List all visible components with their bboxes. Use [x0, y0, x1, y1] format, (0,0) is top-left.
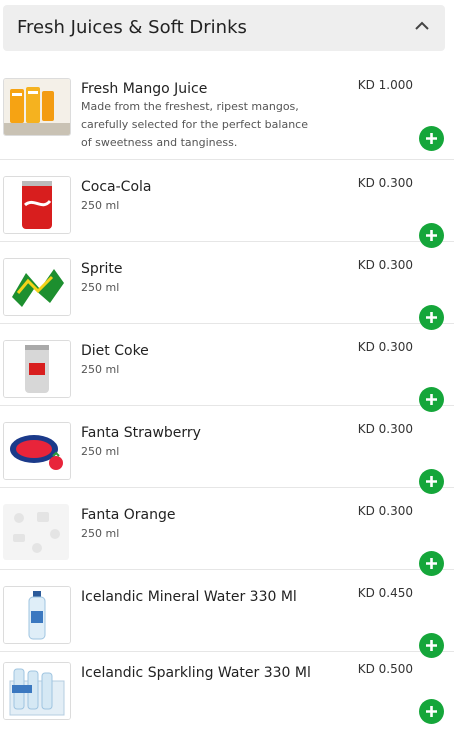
- menu-item[interactable]: Icelandic Mineral Water 330 Ml KD 0.450: [0, 570, 454, 658]
- item-name: Diet Coke: [81, 343, 149, 359]
- item-size: 250 ml: [81, 281, 120, 294]
- item-description: Made from the freshest, ripest mangos, c…: [81, 100, 308, 149]
- add-to-cart-button[interactable]: [419, 699, 444, 724]
- menu-item-list: Fresh Mango Juice Made from the freshest…: [0, 62, 454, 733]
- plus-icon: [426, 133, 437, 144]
- item-size: 250 ml: [81, 445, 120, 458]
- menu-item[interactable]: Coca-Cola 250 ml KD 0.300: [0, 160, 454, 248]
- item-name: Fanta Orange: [81, 507, 176, 523]
- item-name: Fresh Mango Juice: [81, 81, 208, 97]
- water-bottle-image: [3, 586, 71, 644]
- plus-icon: [426, 706, 437, 717]
- section-header[interactable]: Fresh Juices & Soft Drinks: [3, 5, 445, 51]
- item-name: Sprite: [81, 261, 123, 277]
- chevron-up-icon[interactable]: [413, 17, 431, 35]
- add-to-cart-button[interactable]: [419, 126, 444, 151]
- menu-item[interactable]: Diet Coke 250 ml KD 0.300: [0, 324, 454, 412]
- item-size: 250 ml: [81, 527, 120, 540]
- item-price: KD 0.450: [357, 586, 413, 600]
- fanta-strawberry-logo-image: [3, 422, 71, 480]
- item-price: KD 0.300: [357, 422, 413, 436]
- plus-icon: [426, 230, 437, 241]
- plus-icon: [426, 312, 437, 323]
- placeholder-food-image: [3, 504, 69, 560]
- water-pack-image: [3, 662, 71, 720]
- item-price: KD 1.000: [357, 78, 413, 92]
- mango-juice-image: [3, 78, 71, 136]
- item-price: KD 0.300: [357, 258, 413, 272]
- item-price: KD 0.300: [357, 504, 413, 518]
- plus-icon: [426, 558, 437, 569]
- item-price: KD 0.500: [357, 662, 413, 676]
- item-size: 250 ml: [81, 363, 120, 376]
- plus-icon: [426, 394, 437, 405]
- plus-icon: [426, 640, 437, 651]
- item-name: Coca-Cola: [81, 179, 152, 195]
- menu-item[interactable]: Fanta Orange 250 ml KD 0.300: [0, 488, 454, 576]
- item-name: Icelandic Mineral Water 330 Ml: [81, 589, 297, 605]
- item-size: 250 ml: [81, 199, 120, 212]
- menu-item[interactable]: Fanta Strawberry 250 ml KD 0.300: [0, 406, 454, 494]
- menu-item[interactable]: Fresh Mango Juice Made from the freshest…: [0, 62, 454, 160]
- diet-coke-can-image: [3, 340, 71, 398]
- item-price: KD 0.300: [357, 340, 413, 354]
- section-title: Fresh Juices & Soft Drinks: [17, 17, 247, 38]
- coca-cola-can-image: [3, 176, 71, 234]
- item-name: Icelandic Sparkling Water 330 Ml: [81, 665, 311, 681]
- plus-icon: [426, 476, 437, 487]
- menu-item[interactable]: Sprite 250 ml KD 0.300: [0, 242, 454, 330]
- item-name: Fanta Strawberry: [81, 425, 201, 441]
- sprite-logo-image: [3, 258, 71, 316]
- item-price: KD 0.300: [357, 176, 413, 190]
- menu-item[interactable]: Icelandic Sparkling Water 330 Ml KD 0.50…: [0, 652, 454, 733]
